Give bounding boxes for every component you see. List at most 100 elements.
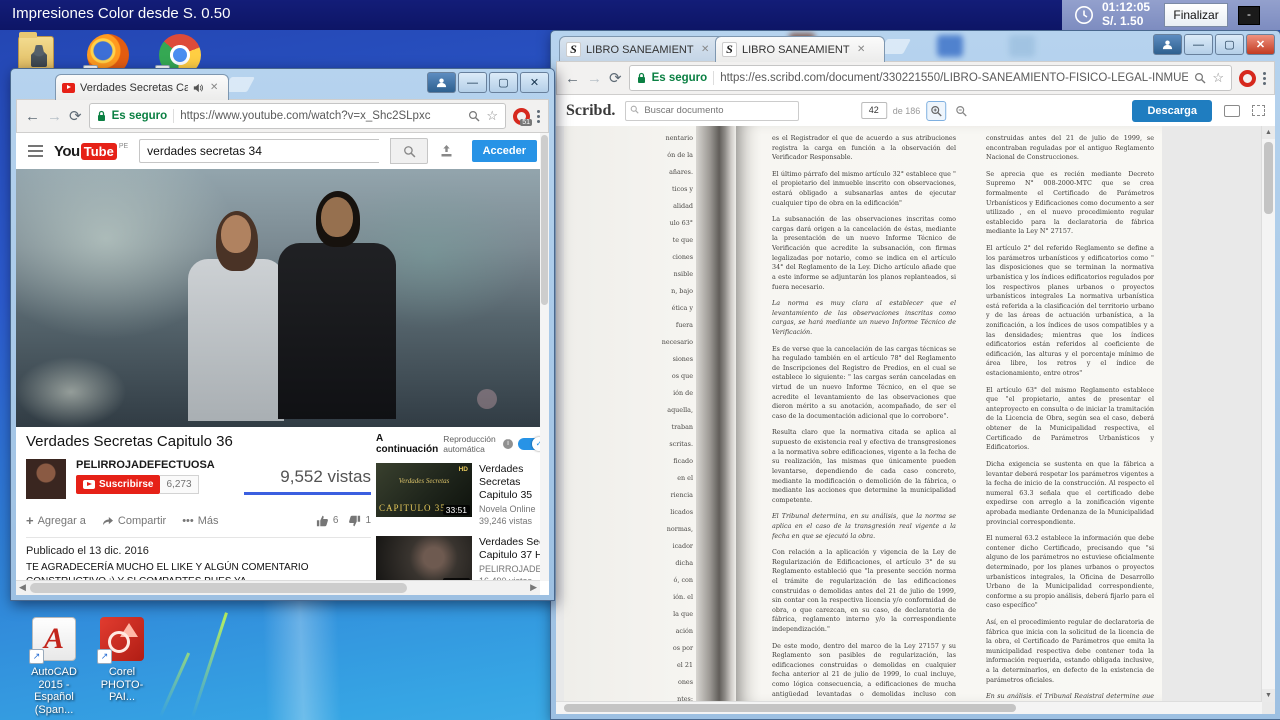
dislike-button[interactable]: 1: [348, 515, 371, 527]
extension-red-o-icon[interactable]: 51: [513, 108, 530, 125]
scroll-right-icon[interactable]: ▶: [530, 582, 537, 593]
document-search[interactable]: [625, 100, 799, 121]
subscriber-count: 6,273: [160, 475, 198, 494]
add-to-button[interactable]: +Agregar a: [26, 513, 86, 528]
forward-icon[interactable]: →: [47, 108, 62, 125]
document-horizontal-scrollbar[interactable]: [556, 701, 1262, 714]
scroll-left-icon[interactable]: ◀: [19, 582, 26, 593]
zoom-page-icon[interactable]: [468, 110, 480, 122]
channel-name[interactable]: PELIRROJADEFECTUOSA: [76, 459, 215, 471]
zoom-page-icon[interactable]: [1194, 72, 1206, 84]
channel-avatar[interactable]: [26, 459, 66, 499]
up-next-label: A continuación: [376, 433, 438, 455]
page-number-input[interactable]: 42: [861, 102, 887, 119]
tab-close-icon[interactable]: ✕: [857, 44, 865, 55]
session-time: 01:12:05: [1102, 1, 1150, 15]
browser-menu-icon[interactable]: [1263, 72, 1266, 85]
info-icon[interactable]: i: [503, 439, 513, 449]
document-vertical-scrollbar[interactable]: ▲ ▼: [1261, 126, 1275, 702]
view-count: 9,552 vistas: [280, 467, 371, 486]
search-button[interactable]: [390, 138, 428, 164]
reload-icon[interactable]: ⟳: [609, 69, 622, 87]
scribd-header: Scribd. 42 de 186 Descarga: [556, 95, 1275, 127]
divider: [173, 109, 174, 123]
scroll-down-icon[interactable]: ▼: [1262, 689, 1275, 702]
scrollbar-thumb[interactable]: [541, 135, 548, 305]
document-viewer[interactable]: nentarioón de laañares.ticos yalidadulo …: [556, 126, 1275, 714]
like-button[interactable]: 6: [316, 515, 339, 527]
shortcut-arrow-icon: ↗: [97, 649, 112, 664]
divider: [713, 71, 714, 85]
desktop-icon-corel[interactable]: ↗ CorelPHOTO-PAI...: [90, 616, 154, 704]
tab-youtube[interactable]: Verdades Secretas Ca ✕: [55, 74, 229, 100]
tab-close-icon[interactable]: ✕: [210, 82, 218, 93]
address-bar[interactable]: Es seguro https://www.youtube.com/watch?…: [89, 103, 506, 129]
close-button[interactable]: ✕: [520, 72, 549, 93]
like-count: 6: [333, 515, 339, 526]
hamburger-menu-icon[interactable]: [28, 145, 43, 157]
suggested-video-item[interactable]: HD Verdades Secretas CAPITULO 35 33:51 V…: [376, 463, 546, 528]
page-vertical-scrollbar[interactable]: [540, 133, 549, 581]
secure-label: Es seguro: [112, 110, 168, 122]
download-button[interactable]: Descarga: [1132, 100, 1212, 122]
video-player[interactable]: [16, 169, 549, 427]
forward-icon[interactable]: →: [587, 70, 602, 87]
scrollbar-thumb[interactable]: [30, 583, 407, 593]
extension-red-o-icon[interactable]: [1239, 70, 1256, 87]
page-horizontal-scrollbar[interactable]: ◀ ▶: [16, 580, 540, 595]
minimize-button[interactable]: —: [1184, 34, 1213, 55]
zoom-out-icon[interactable]: [952, 102, 970, 120]
tab-title: LIBRO SANEAMIENTO FI: [586, 44, 694, 56]
zoom-in-icon[interactable]: [926, 101, 946, 121]
tab-scribd-1[interactable]: S LIBRO SANEAMIENTO FI ✕: [559, 36, 727, 62]
more-button[interactable]: •••Más: [182, 515, 218, 527]
play-icon: [83, 480, 95, 489]
presentation-icon[interactable]: [1224, 105, 1240, 117]
scribd-favicon: S: [566, 42, 581, 57]
signin-button[interactable]: Acceder: [472, 140, 537, 162]
page-total-label: de 186: [893, 106, 921, 116]
youtube-logo[interactable]: YouTubePE: [54, 143, 128, 160]
bookmark-star-icon[interactable]: ☆: [486, 108, 498, 124]
maximize-button[interactable]: ▢: [489, 72, 518, 93]
clock-icon: [1074, 5, 1094, 25]
blurred-desktop-icon: [937, 35, 963, 57]
upload-icon[interactable]: [439, 144, 454, 158]
tab-scribd-2[interactable]: S LIBRO SANEAMIENTO FI ✕: [715, 36, 885, 62]
scrollbar-thumb[interactable]: [1264, 142, 1273, 214]
desktop-icon-autocad[interactable]: A↗ AutoCAD 2015 -Español (Span...: [22, 616, 86, 717]
back-icon[interactable]: ←: [25, 108, 40, 125]
bookmark-star-icon[interactable]: ☆: [1212, 70, 1224, 86]
timer-title: Impresiones Color desde S. 0.50: [12, 5, 230, 22]
reload-icon[interactable]: ⟳: [69, 107, 82, 125]
back-icon[interactable]: ←: [565, 70, 580, 87]
channel-watermark: [477, 389, 497, 409]
subscribe-button[interactable]: Suscribirse: [76, 475, 160, 494]
maximize-button[interactable]: ▢: [1215, 34, 1244, 55]
tab-audio-icon[interactable]: [193, 83, 203, 93]
tab-close-icon[interactable]: ✕: [701, 44, 709, 55]
search-input[interactable]: [139, 139, 379, 163]
video-person-man: [274, 197, 400, 427]
browser-menu-icon[interactable]: [537, 110, 540, 123]
finalize-button[interactable]: Finalizar: [1164, 3, 1228, 27]
minimize-button[interactable]: —: [458, 72, 487, 93]
sentiment-bar: [244, 492, 371, 495]
profile-button[interactable]: [427, 72, 456, 93]
document-search-input[interactable]: [625, 101, 799, 121]
timer-minimize-button[interactable]: -: [1238, 6, 1260, 25]
scrollbar-thumb[interactable]: [564, 704, 1016, 712]
share-button[interactable]: Compartir: [102, 515, 166, 527]
session-cost: S/. 1.50: [1102, 15, 1150, 29]
youtube-favicon: [62, 83, 75, 93]
youtube-page: YouTubePE Acceder: [16, 133, 549, 595]
close-button[interactable]: ✕: [1246, 34, 1275, 55]
document-page-edge-text: nentarioón de laañares.ticos yalidadulo …: [662, 130, 693, 702]
scribd-logo: Scribd.: [566, 102, 615, 120]
scroll-up-icon[interactable]: ▲: [1262, 126, 1275, 139]
address-bar[interactable]: Es seguro https://es.scribd.com/document…: [629, 65, 1232, 91]
profile-button[interactable]: [1153, 34, 1182, 55]
cyber-timer-bar: Impresiones Color desde S. 0.50 01:12:05…: [0, 0, 1280, 30]
scribd-page: Scribd. 42 de 186 Descarga: [556, 95, 1275, 714]
fullscreen-icon[interactable]: [1252, 105, 1265, 116]
